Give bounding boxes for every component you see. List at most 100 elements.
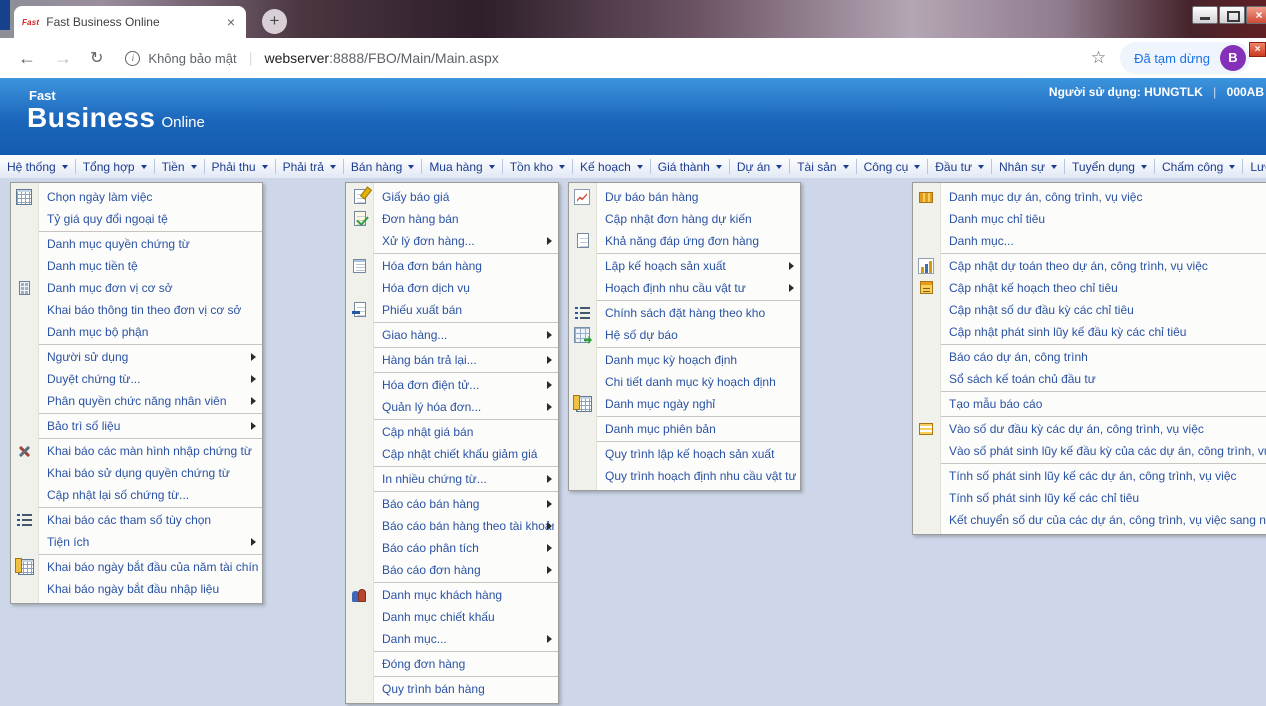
menu-item[interactable]: Cập nhật dự toán theo dự án, công trình,…	[913, 255, 1266, 277]
menu-item[interactable]: Chọn ngày làm việc	[11, 186, 262, 208]
menu-item[interactable]: Cập nhật giá bán	[346, 421, 558, 443]
menu-item[interactable]: Kết chuyển số dư của các dự án, công trì…	[913, 509, 1266, 531]
menu-item[interactable]: Báo cáo đơn hàng	[346, 559, 558, 581]
menu-item[interactable]: Quản lý hóa đơn...	[346, 396, 558, 418]
menu-item[interactable]: Báo cáo phân tích	[346, 537, 558, 559]
menu-item[interactable]: Danh mục chiết khấu	[346, 606, 558, 628]
menu-item[interactable]: Khai báo ngày bắt đầu nhập liệu	[11, 578, 262, 600]
menu-item[interactable]: Vào số dư đầu kỳ các dự án, công trình, …	[913, 418, 1266, 440]
menu-item[interactable]: Hàng bán trả lại...	[346, 349, 558, 371]
menu-item[interactable]: Danh mục quyền chứng từ	[11, 233, 262, 255]
menu-item[interactable]: Khả năng đáp ứng đơn hàng	[569, 230, 800, 252]
menubar-item-tong-hop[interactable]: Tổng hợp	[75, 159, 154, 174]
menu-item[interactable]: Chi tiết danh mục kỳ hoạch định	[569, 371, 800, 393]
menu-item[interactable]: Chính sách đặt hàng theo kho	[569, 302, 800, 324]
menu-item[interactable]: Cập nhật kế hoạch theo chỉ tiêu	[913, 277, 1266, 299]
menu-item[interactable]: Phiếu xuất bán	[346, 299, 558, 321]
url-field[interactable]: i Không bảo mật | webserver :8888/FBO/Ma…	[125, 50, 1090, 67]
menu-item[interactable]: Khai báo thông tin theo đơn vị cơ sở	[11, 299, 262, 321]
menu-item[interactable]: Khai báo sử dụng quyền chứng từ	[11, 462, 262, 484]
menu-item[interactable]: Báo cáo bán hàng theo tài khoản	[346, 515, 558, 537]
menu-item[interactable]: Đơn hàng bán	[346, 208, 558, 230]
menubar-item-cong-cu[interactable]: Công cụ	[856, 159, 928, 174]
menubar-item-phai-tra[interactable]: Phải trả	[275, 159, 343, 174]
menu-item[interactable]: Sổ sách kế toán chủ đầu tư	[913, 368, 1266, 390]
menu-item[interactable]: Danh mục...	[913, 230, 1266, 252]
new-tab-button[interactable]: +	[262, 9, 287, 34]
tab-close-icon[interactable]: ×	[224, 14, 238, 30]
menu-item[interactable]: Đóng đơn hàng	[346, 653, 558, 675]
menu-item[interactable]: In nhiều chứng từ...	[346, 468, 558, 490]
menu-item[interactable]: Lập kế hoạch sản xuất	[569, 255, 800, 277]
menubar-item-ton-kho[interactable]: Tồn kho	[502, 159, 572, 174]
menubar-item-gia-thanh[interactable]: Giá thành	[650, 159, 729, 174]
menubar-item-dau-tu[interactable]: Đầu tư	[927, 159, 991, 174]
menu-item[interactable]: Khai báo ngày bắt đầu của năm tài chính	[11, 556, 262, 578]
menu-item[interactable]: Hóa đơn điện tử...	[346, 374, 558, 396]
menu-item[interactable]: Danh mục khách hàng	[346, 584, 558, 606]
menu-item[interactable]: Phân quyền chức năng nhân viên	[11, 390, 262, 412]
menubar-item-tien[interactable]: Tiền	[154, 159, 204, 174]
menu-item[interactable]: Danh mục bộ phận	[11, 321, 262, 343]
menu-item[interactable]: Tiện ích	[11, 531, 262, 553]
menu-item[interactable]: Duyệt chứng từ...	[11, 368, 262, 390]
reload-icon[interactable]: ↻	[90, 48, 103, 68]
menu-item[interactable]: Danh mục kỳ hoạch định	[569, 349, 800, 371]
info-icon[interactable]: i	[125, 51, 140, 66]
back-icon[interactable]: ←	[18, 48, 36, 69]
menubar-item-ban-hang[interactable]: Bán hàng	[343, 159, 421, 174]
menu-item[interactable]: Quy trình lập kế hoạch sản xuất	[569, 443, 800, 465]
menu-item[interactable]: Cập nhật phát sinh lũy kế đầu kỳ các chỉ…	[913, 321, 1266, 343]
menu-item[interactable]: Danh mục phiên bản	[569, 418, 800, 440]
menu-item[interactable]: Danh mục ngày nghỉ	[569, 393, 800, 415]
menubar-item-tuyen-dung[interactable]: Tuyển dụng	[1064, 159, 1154, 174]
menubar-item-cham-cong[interactable]: Chấm công	[1154, 159, 1242, 174]
menubar-item-ke-hoach[interactable]: Kế hoạch	[572, 159, 650, 174]
menu-item[interactable]: Hệ số dự báo	[569, 324, 800, 346]
menu-item[interactable]: Hóa đơn bán hàng	[346, 255, 558, 277]
menu-item[interactable]: Danh mục dự án, công trình, vụ việc	[913, 186, 1266, 208]
menu-item[interactable]: Tỷ giá quy đổi ngoại tệ	[11, 208, 262, 230]
menu-item[interactable]: Giao hàng...	[346, 324, 558, 346]
menu-item[interactable]: Quy trình hoạch định nhu cầu vật tư	[569, 465, 800, 487]
menu-item[interactable]: Hoạch định nhu cầu vật tư	[569, 277, 800, 299]
window-maximize-button[interactable]	[1219, 6, 1245, 24]
menu-item[interactable]: Khai báo các màn hình nhập chứng từ	[11, 440, 262, 462]
menu-item[interactable]: Giấy báo giá	[346, 186, 558, 208]
menu-item[interactable]: Cập nhật chiết khấu giảm giá	[346, 443, 558, 465]
browser-tab[interactable]: Fast Fast Business Online ×	[14, 6, 246, 38]
menu-item[interactable]: Dự báo bán hàng	[569, 186, 800, 208]
window-minimize-button[interactable]	[1192, 6, 1218, 24]
menubar-item-mua-hang[interactable]: Mua hàng	[421, 159, 501, 174]
menubar-item-luong[interactable]: Lương	[1242, 159, 1266, 174]
menu-item[interactable]: Cập nhật số dư đầu kỳ các chỉ tiêu	[913, 299, 1266, 321]
menu-item[interactable]: Tạo mẫu báo cáo	[913, 393, 1266, 415]
menu-item[interactable]: Danh mục chỉ tiêu	[913, 208, 1266, 230]
edge-close-icon[interactable]: ×	[1249, 42, 1266, 57]
menu-item[interactable]: Quy trình bán hàng	[346, 678, 558, 700]
bookmark-star-icon[interactable]: ☆	[1091, 48, 1106, 68]
menu-item[interactable]: Xử lý đơn hàng...	[346, 230, 558, 252]
menu-item[interactable]: Vào số phát sinh lũy kế đầu kỳ của các d…	[913, 440, 1266, 462]
menubar-item-he-thong[interactable]: Hệ thống	[0, 159, 75, 174]
menu-item[interactable]: Báo cáo bán hàng	[346, 493, 558, 515]
menubar-item-tai-san[interactable]: Tài sản	[789, 159, 855, 174]
menu-item[interactable]: Tính số phát sinh lũy kế các chỉ tiêu	[913, 487, 1266, 509]
menu-item[interactable]: Cập nhật đơn hàng dự kiến	[569, 208, 800, 230]
menu-item[interactable]: Danh mục đơn vị cơ sở	[11, 277, 262, 299]
menubar-item-du-an[interactable]: Dự án	[729, 159, 789, 174]
menu-item[interactable]: Tính số phát sinh lũy kế các dự án, công…	[913, 465, 1266, 487]
avatar[interactable]: B	[1220, 45, 1246, 71]
menu-item[interactable]: Bảo trì số liệu	[11, 415, 262, 437]
menu-item[interactable]: Khai báo các tham số tùy chọn	[11, 509, 262, 531]
sync-paused-pill[interactable]: Đã tạm dừng B	[1120, 42, 1250, 74]
menu-item[interactable]: Danh mục tiền tệ	[11, 255, 262, 277]
menu-item[interactable]: Báo cáo dự án, công trình	[913, 346, 1266, 368]
menu-item[interactable]: Hóa đơn dịch vụ	[346, 277, 558, 299]
menu-item[interactable]: Danh mục...	[346, 628, 558, 650]
window-close-button[interactable]: ×	[1246, 6, 1266, 24]
menu-item[interactable]: Người sử dụng	[11, 346, 262, 368]
menubar-item-phai-thu[interactable]: Phải thu	[204, 159, 275, 174]
menu-item[interactable]: Cập nhật lại số chứng từ...	[11, 484, 262, 506]
menubar-item-nhan-su[interactable]: Nhân sự	[991, 159, 1064, 174]
